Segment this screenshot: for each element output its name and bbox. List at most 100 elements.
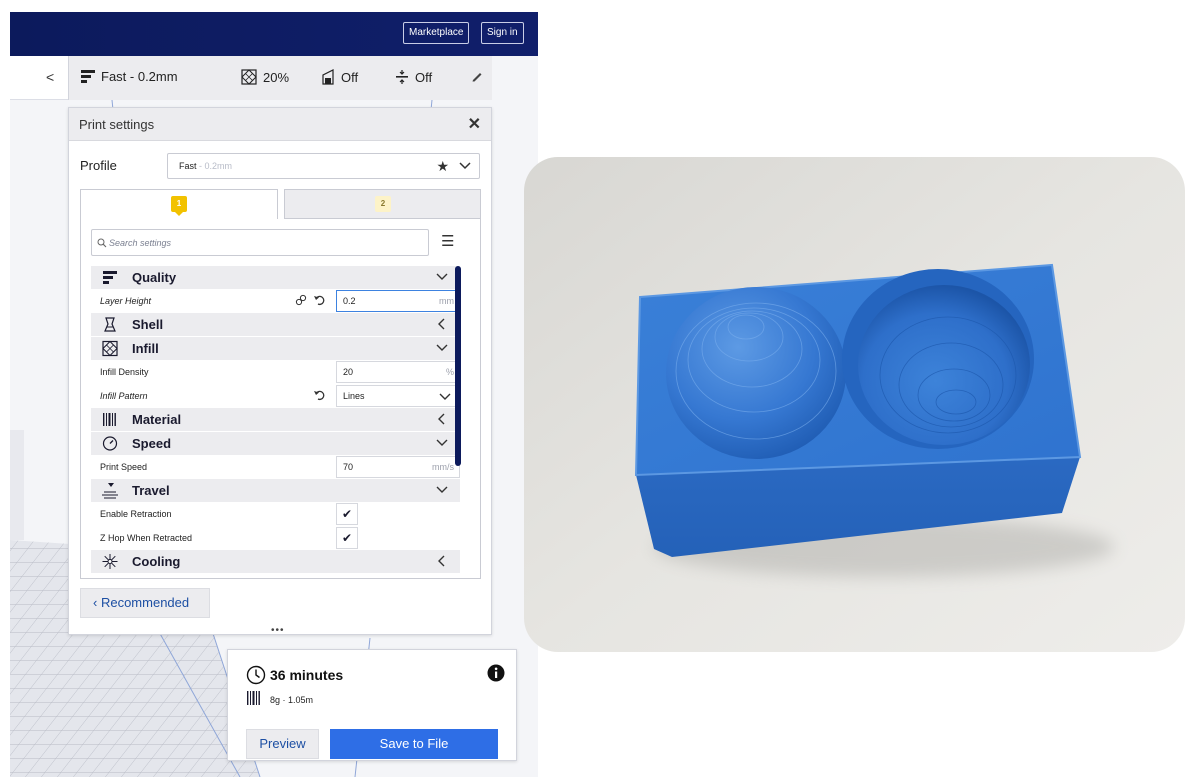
setting-value: 0.2 <box>343 296 356 306</box>
enable-retraction-checkbox[interactable]: ✔ <box>336 503 358 525</box>
setting-layer-height: Layer Height 0.2 mm <box>91 289 460 313</box>
extruder-badge-2: 2 <box>375 196 391 212</box>
category-label: Travel <box>132 483 170 498</box>
preview-button[interactable]: Preview <box>246 729 319 759</box>
extruder-tab-2[interactable]: 2 <box>284 189 481 219</box>
category-shell[interactable]: Shell <box>91 313 460 336</box>
support-summary[interactable]: Off <box>321 69 358 85</box>
extruder-tab-1[interactable]: 1 <box>80 189 278 220</box>
setting-infill-density: Infill Density 20 % <box>91 360 460 384</box>
z-hop-checkbox[interactable]: ✔ <box>336 527 358 549</box>
chevron-left-icon <box>438 318 445 330</box>
search-icon <box>97 238 107 247</box>
marketplace-button[interactable]: Marketplace <box>403 22 470 44</box>
job-summary-panel: 36 minutes 8g · 1.05m Preview Save to Fi… <box>227 649 517 761</box>
print-speed-input[interactable]: 70 mm/s <box>336 456 460 478</box>
setting-value: Lines <box>343 391 365 401</box>
search-input[interactable]: Search settings <box>91 229 429 256</box>
info-icon[interactable] <box>487 664 505 682</box>
adhesion-summary[interactable]: Off <box>395 69 432 85</box>
support-icon <box>322 69 334 85</box>
category-label: Material <box>132 412 182 427</box>
pencil-icon[interactable] <box>471 70 483 82</box>
search-placeholder: Search settings <box>109 237 172 248</box>
setting-label: Print Speed <box>100 462 148 472</box>
category-label: Infill <box>132 341 159 356</box>
reset-icon[interactable] <box>313 389 326 401</box>
recommended-label: Recommended <box>100 595 190 610</box>
chevron-down-icon <box>439 393 451 400</box>
adhesion-summary-label: Off <box>415 69 433 85</box>
infill-icon <box>241 69 257 85</box>
extruder-badge-1: 1 <box>171 196 187 216</box>
category-quality[interactable]: Quality <box>91 266 460 289</box>
setting-enable-retraction: Enable Retraction ✔ <box>91 502 460 526</box>
setting-infill-pattern: Infill Pattern Lines <box>91 384 460 408</box>
scrollbar-thumb[interactable] <box>455 266 461 466</box>
chevron-left-icon <box>438 413 445 425</box>
infill-summary-label: 20% <box>263 69 290 85</box>
chevron-down-icon <box>459 162 471 170</box>
category-travel[interactable]: Travel <box>91 479 460 502</box>
setting-value: 20 <box>343 367 354 377</box>
setting-label: Z Hop When Retracted <box>100 533 193 543</box>
setting-unit: mm/s <box>432 462 454 472</box>
category-material[interactable]: Material <box>91 408 460 431</box>
quality-icon <box>81 70 95 83</box>
infill-pattern-select[interactable]: Lines <box>336 385 460 407</box>
panel-title: Print settings <box>79 117 155 132</box>
print-setup-bar: < Fast - 0.2mm 20% Off Off <box>10 56 492 100</box>
setting-label: Layer Height <box>100 296 152 306</box>
chevron-down-icon <box>436 439 448 446</box>
setting-print-speed: Print Speed 70 mm/s <box>91 455 460 479</box>
chevron-down-icon <box>436 273 448 280</box>
profile-name: Fast <box>179 161 197 171</box>
infill-summary[interactable]: 20% <box>241 69 289 85</box>
settings-tab-body: Search settings ☰ Quality Layer Height 0… <box>80 219 481 579</box>
setting-label: Infill Density <box>100 367 149 377</box>
print-time: 36 minutes <box>270 667 344 683</box>
settings-scrollbar[interactable] <box>455 266 461 466</box>
reset-icon[interactable] <box>313 294 326 306</box>
category-label: Quality <box>132 270 177 285</box>
adhesion-icon <box>396 70 408 84</box>
slicer-app-window: Marketplace Sign in < Fast - 0.2mm 20% O… <box>10 12 538 777</box>
support-summary-label: Off <box>341 69 359 85</box>
speed-icon <box>102 436 118 451</box>
shell-icon <box>104 317 116 332</box>
category-label: Shell <box>132 317 164 332</box>
star-icon[interactable]: ★ <box>436 158 449 175</box>
chevron-down-icon <box>436 486 448 493</box>
menu-icon[interactable]: ☰ <box>441 234 454 249</box>
material-icon <box>103 413 116 426</box>
infill-icon <box>102 340 118 357</box>
chevron-left-icon <box>438 555 445 567</box>
close-icon[interactable]: ✕ <box>468 114 481 134</box>
settings-list: Quality Layer Height 0.2 mm Shell Infill… <box>91 266 460 577</box>
category-speed[interactable]: Speed <box>91 432 460 455</box>
material-usage: 8g · 1.05m <box>270 695 314 705</box>
profile-label: Profile <box>80 158 117 173</box>
collapse-left-button[interactable]: < <box>46 69 54 85</box>
category-infill[interactable]: Infill <box>91 337 460 360</box>
profile-dropdown[interactable]: Fast - 0.2mm ★ <box>167 153 480 179</box>
setting-unit: % <box>445 367 454 377</box>
layer-height-input[interactable]: 0.2 mm <box>336 290 460 312</box>
cooling-icon <box>102 554 118 569</box>
save-to-file-button[interactable]: Save to File <box>330 729 498 759</box>
resize-handle[interactable]: ••• <box>271 625 285 636</box>
app-header: Marketplace Sign in <box>10 12 538 56</box>
category-cooling[interactable]: Cooling <box>91 550 460 573</box>
print-setup-selector[interactable]: Fast - 0.2mm 20% Off Off <box>68 56 492 100</box>
clock-icon <box>246 665 266 685</box>
sign-in-button[interactable]: Sign in <box>481 22 524 44</box>
material-icon <box>247 691 260 705</box>
print-settings-panel: Print settings ✕ Profile Fast - 0.2mm ★ … <box>68 107 492 636</box>
profile-layer-height: - 0.2mm <box>196 161 233 171</box>
recommended-button[interactable]: ‹ Recommended <box>80 588 210 618</box>
category-label: Cooling <box>132 554 181 569</box>
quality-icon <box>103 271 117 284</box>
link-icon[interactable] <box>295 294 307 306</box>
profile-summary[interactable]: Fast - 0.2mm <box>81 69 178 84</box>
infill-density-input[interactable]: 20 % <box>336 361 460 383</box>
